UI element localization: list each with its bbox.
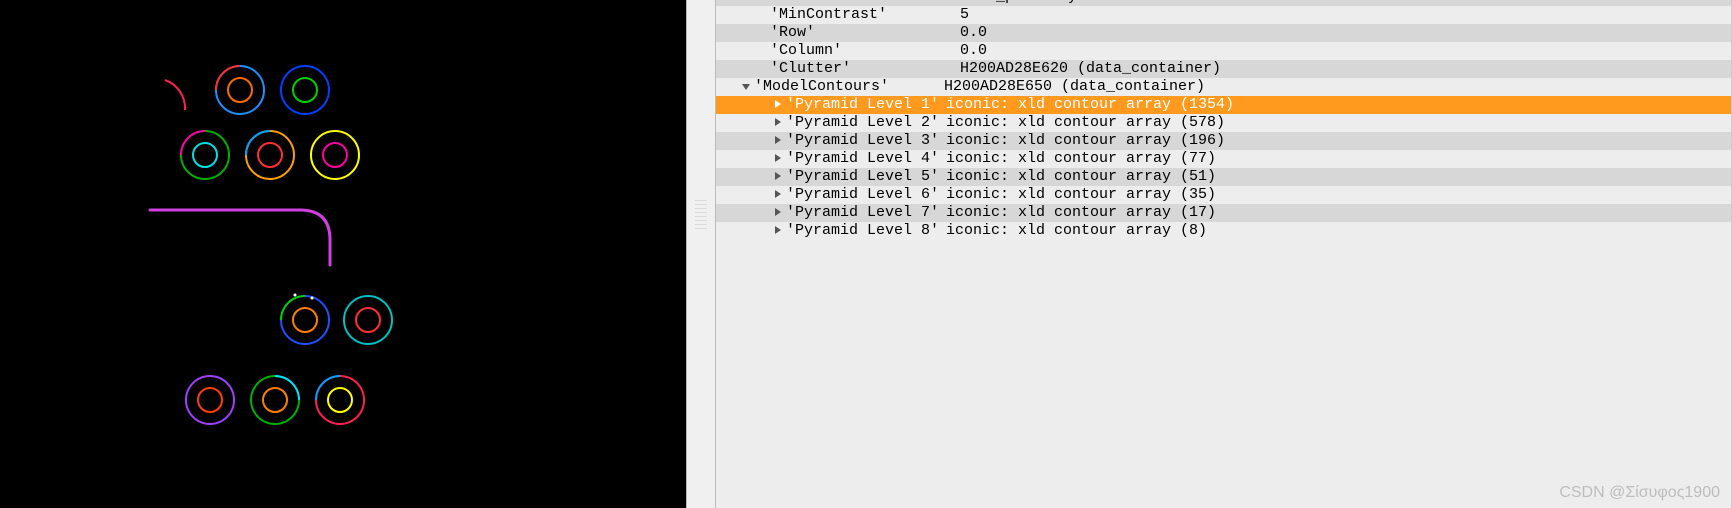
row-key: 'Row' <box>770 24 960 42</box>
row-indent <box>716 168 786 186</box>
row-value: 0.0 <box>960 42 987 60</box>
contour-viewer[interactable] <box>0 0 686 508</box>
row-value: iconic: xld contour array (1354) <box>946 96 1234 114</box>
row-value: iconic: xld contour array (51) <box>946 168 1216 186</box>
chevron-right-icon[interactable] <box>770 96 786 112</box>
row-value: iconic: xld contour array (578) <box>946 114 1225 132</box>
row-value: H200AD28E620 (data_container) <box>960 60 1221 78</box>
tree-row[interactable]: 'Clutter'H200AD28E620 (data_container) <box>716 60 1731 78</box>
row-value: iconic: xld contour array (35) <box>946 186 1216 204</box>
chevron-right-icon[interactable] <box>770 168 786 184</box>
pane-divider[interactable] <box>686 0 716 508</box>
tree-row[interactable]: 'Pyramid Level 8'iconic: xld contour arr… <box>716 222 1731 240</box>
chevron-right-icon[interactable] <box>770 204 786 220</box>
row-value: iconic: xld contour array (77) <box>946 150 1216 168</box>
row-value: iconic: xld contour array (17) <box>946 204 1216 222</box>
tree-row[interactable]: 'ModelContours'H200AD28E650 (data_contai… <box>716 78 1731 96</box>
row-key: 'Pyramid Level 6' <box>786 186 946 204</box>
row-value: H200AD28E650 (data_container) <box>944 78 1205 96</box>
row-key: 'Clutter' <box>770 60 960 78</box>
row-key: 'Pyramid Level 4' <box>786 150 946 168</box>
row-key: 'Pyramid Level 3' <box>786 132 946 150</box>
tree-row[interactable]: 'Pyramid Level 5'iconic: xld contour arr… <box>716 168 1731 186</box>
chevron-right-icon[interactable] <box>770 114 786 130</box>
row-indent <box>716 222 786 240</box>
row-key: 'MinContrast' <box>770 6 960 24</box>
row-value: 5 <box>960 6 969 24</box>
row-key: 'Column' <box>770 42 960 60</box>
tree-row[interactable]: 'Column'0.0 <box>716 42 1731 60</box>
row-key: 'ModelContours' <box>754 78 944 96</box>
row-indent <box>716 78 754 96</box>
chevron-right-icon[interactable] <box>770 222 786 238</box>
row-value: 'use_polarity' <box>960 0 1086 6</box>
row-value: iconic: xld contour array (196) <box>946 132 1225 150</box>
row-indent <box>716 186 786 204</box>
tree-row[interactable]: 'Pyramid Level 7'iconic: xld contour arr… <box>716 204 1731 222</box>
tree-row[interactable]: 'Pyramid Level 3'iconic: xld contour arr… <box>716 132 1731 150</box>
chevron-right-icon[interactable] <box>770 186 786 202</box>
row-indent <box>716 114 786 132</box>
chevron-right-icon[interactable] <box>770 150 786 166</box>
contour-canvas <box>0 0 686 508</box>
tree-row[interactable]: 'MinContrast'5 <box>716 6 1731 24</box>
inspector-panel[interactable]: 'Metric''use_polarity''MinContrast'5'Row… <box>716 0 1732 508</box>
tree-row[interactable]: 'Pyramid Level 2'iconic: xld contour arr… <box>716 114 1731 132</box>
chevron-down-icon[interactable] <box>738 79 754 95</box>
row-value: iconic: xld contour array (8) <box>946 222 1207 240</box>
row-indent <box>716 96 786 114</box>
row-key: 'Pyramid Level 7' <box>786 204 946 222</box>
tree-row[interactable]: 'Row'0.0 <box>716 24 1731 42</box>
row-indent <box>716 150 786 168</box>
row-value: 0.0 <box>960 24 987 42</box>
chevron-right-icon[interactable] <box>770 132 786 148</box>
row-key: 'Pyramid Level 1' <box>786 96 946 114</box>
row-indent <box>716 204 786 222</box>
row-indent <box>716 132 786 150</box>
row-key: 'Pyramid Level 2' <box>786 114 946 132</box>
tree-row[interactable]: 'Pyramid Level 6'iconic: xld contour arr… <box>716 186 1731 204</box>
row-key: 'Pyramid Level 5' <box>786 168 946 186</box>
row-key: 'Pyramid Level 8' <box>786 222 946 240</box>
tree-row[interactable]: 'Pyramid Level 1'iconic: xld contour arr… <box>716 96 1731 114</box>
tree-row[interactable]: 'Pyramid Level 4'iconic: xld contour arr… <box>716 150 1731 168</box>
